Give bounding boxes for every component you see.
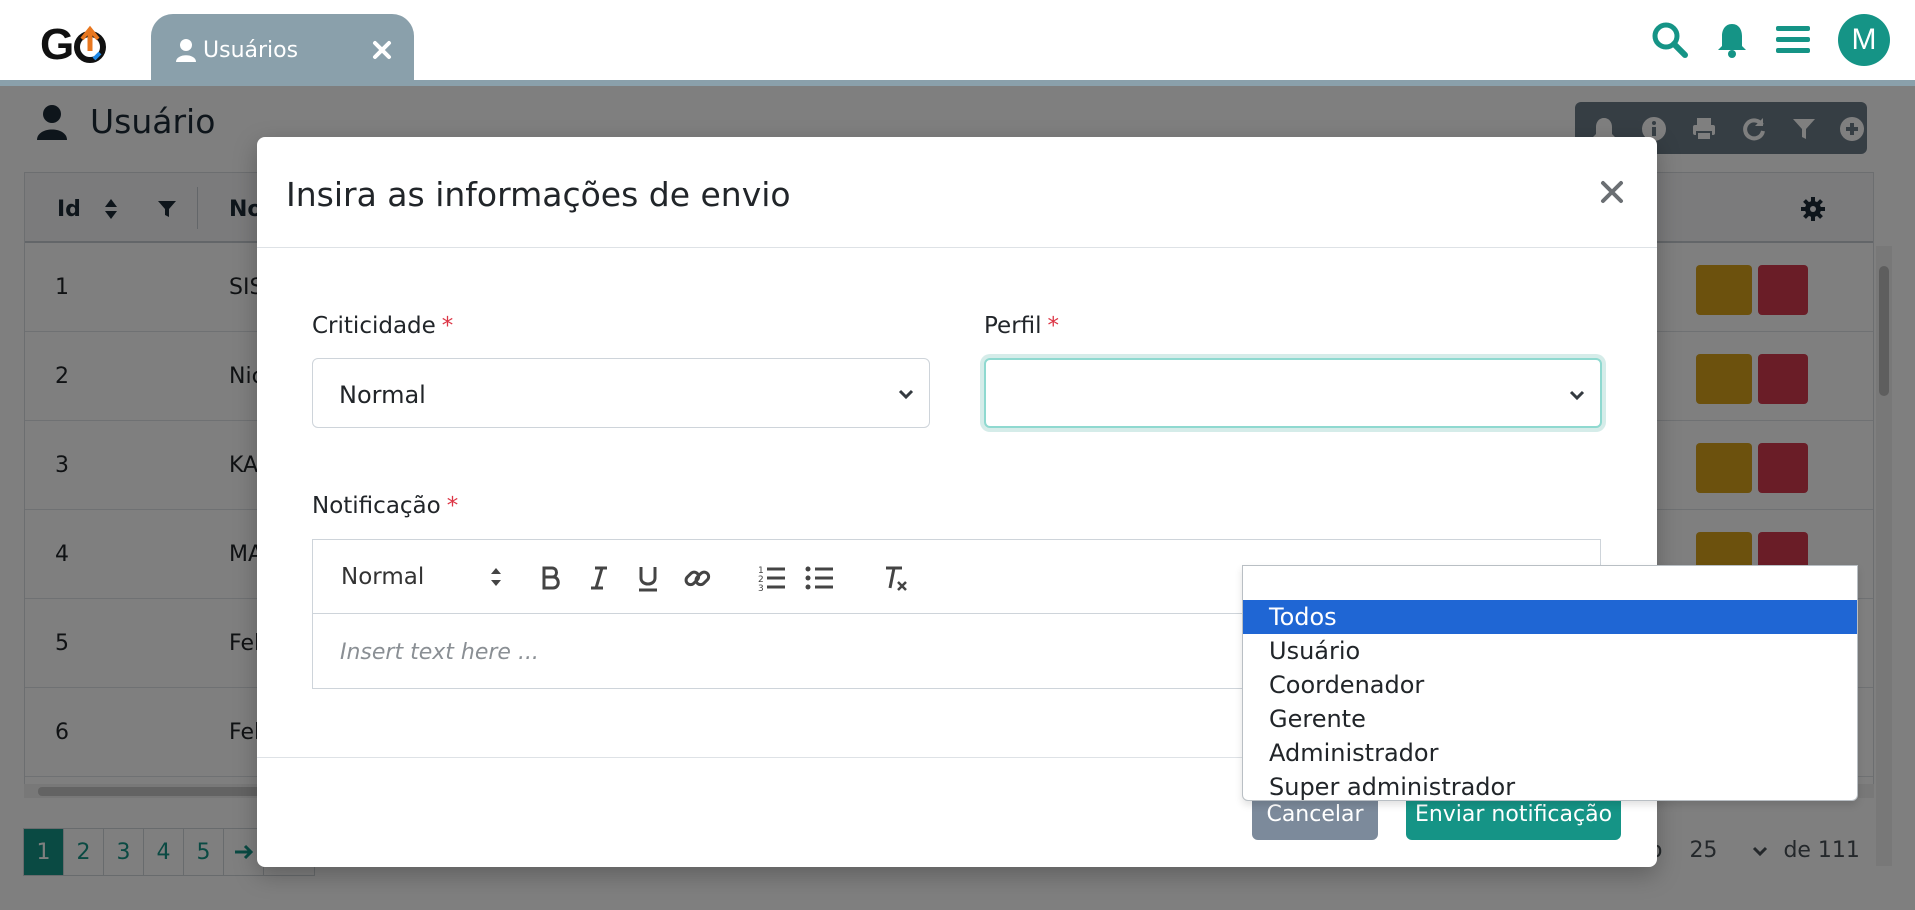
perfil-option-super-administrador[interactable]: Super administrador xyxy=(1243,770,1857,800)
bold-icon[interactable] xyxy=(534,562,566,594)
tab-label: Usuários xyxy=(203,37,299,63)
perfil-option-administrador[interactable]: Administrador xyxy=(1243,736,1857,770)
search-icon[interactable] xyxy=(1645,12,1695,68)
chevron-down-icon xyxy=(897,385,915,403)
italic-icon[interactable] xyxy=(583,562,615,594)
svg-text:3: 3 xyxy=(758,584,764,594)
user-icon xyxy=(175,38,197,62)
criticidade-value: Normal xyxy=(339,381,426,409)
close-icon[interactable] xyxy=(1597,177,1627,207)
user-avatar[interactable]: M xyxy=(1838,14,1890,66)
notification-text-input[interactable]: Insert text here ... xyxy=(340,640,539,665)
perfil-label-text: Perfil xyxy=(984,313,1042,339)
bullet-list-icon[interactable] xyxy=(804,562,836,594)
bell-icon[interactable] xyxy=(1707,12,1757,68)
perfil-option-coordenador[interactable]: Coordenador xyxy=(1243,668,1857,702)
logo-text: G xyxy=(40,20,74,69)
link-icon[interactable] xyxy=(681,562,713,594)
perfil-label: Perfil * xyxy=(984,313,1059,339)
logo-o-icon xyxy=(72,25,108,65)
app-logo[interactable]: G xyxy=(40,20,108,69)
criticidade-label: Criticidade * xyxy=(312,313,453,339)
underline-icon[interactable] xyxy=(632,562,664,594)
tab-usuarios[interactable]: Usuários xyxy=(151,14,414,86)
tab-close-icon[interactable] xyxy=(370,38,394,62)
menu-icon[interactable] xyxy=(1768,12,1818,68)
top-bar: G Usuários M xyxy=(0,0,1915,86)
send-notification-modal: Insira as informações de envio Criticida… xyxy=(257,137,1858,867)
perfil-option-gerente[interactable]: Gerente xyxy=(1243,702,1857,736)
ordered-list-icon[interactable]: 123 xyxy=(756,562,788,594)
format-select[interactable]: Normal xyxy=(341,564,424,590)
perfil-option-usuario[interactable]: Usuário xyxy=(1243,634,1857,668)
perfil-option-todos[interactable]: Todos xyxy=(1243,600,1857,634)
notificacao-label: Notificação * xyxy=(312,493,458,519)
required-mark: * xyxy=(1047,313,1060,339)
perfil-options-list: Todos Usuário Coordenador Gerente Admini… xyxy=(1242,565,1858,801)
modal-header: Insira as informações de envio xyxy=(257,137,1657,248)
required-mark: * xyxy=(441,313,454,339)
clear-format-icon[interactable] xyxy=(880,562,912,594)
chevron-down-icon xyxy=(1568,386,1586,404)
notificacao-label-text: Notificação xyxy=(312,493,441,519)
sort-icon xyxy=(488,564,504,590)
required-mark: * xyxy=(446,493,459,519)
perfil-select[interactable] xyxy=(984,358,1602,428)
criticidade-select[interactable]: Normal xyxy=(312,358,930,428)
modal-title: Insira as informações de envio xyxy=(286,175,791,214)
criticidade-label-text: Criticidade xyxy=(312,313,436,339)
perfil-option-empty[interactable] xyxy=(1243,566,1857,600)
